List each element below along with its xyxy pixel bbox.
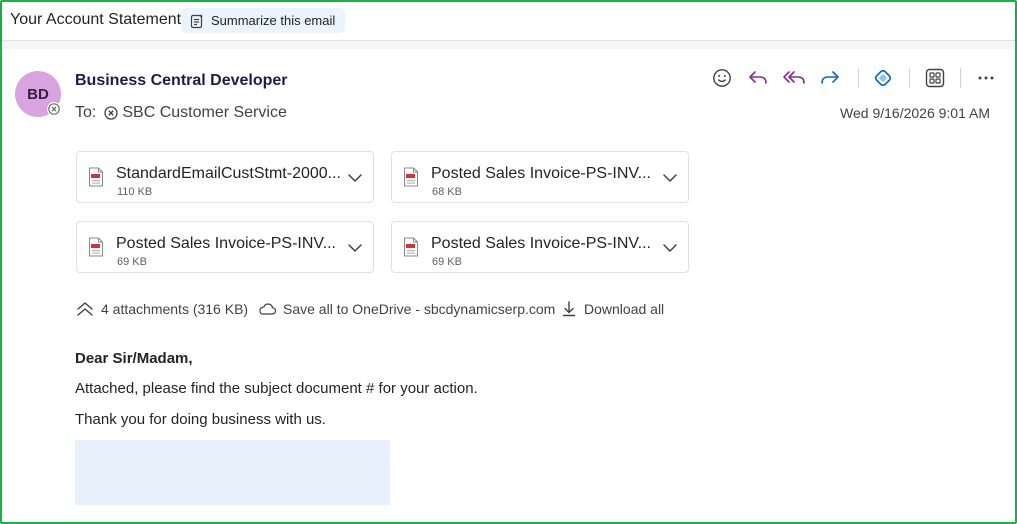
download-all-label: Download all <box>584 301 665 317</box>
chevron-down-icon[interactable] <box>347 241 363 255</box>
chevron-down-icon[interactable] <box>662 241 678 255</box>
save-all-label: Save all to OneDrive - sbcdynamicserp.co… <box>283 301 556 317</box>
attachment-name: Posted Sales Invoice-PS-INV... <box>431 165 651 182</box>
attachment-size: 69 KB <box>432 256 462 268</box>
attachment-size: 68 KB <box>432 186 462 198</box>
pdf-file-icon <box>404 237 418 257</box>
attachment-size: 110 KB <box>117 186 153 198</box>
email-body-line: Thank you for doing business with us. <box>75 411 326 428</box>
attachment-card[interactable]: Posted Sales Invoice-PS-INV... 69 KB <box>76 221 374 273</box>
download-icon <box>562 301 576 317</box>
avatar-initials: BD <box>27 85 49 103</box>
forward-icon[interactable] <box>815 66 845 90</box>
sender-name[interactable]: Business Central Developer <box>75 72 288 90</box>
chevron-double-up-icon <box>77 302 93 316</box>
email-greeting: Dear Sir/Madam, <box>75 350 193 367</box>
chevron-down-icon[interactable] <box>347 171 363 185</box>
chevron-down-icon[interactable] <box>662 171 678 185</box>
embedded-image-placeholder <box>75 440 390 505</box>
attachment-name: StandardEmailCustStmt-2000... <box>116 165 341 182</box>
message-date: Wed 9/16/2026 9:01 AM <box>840 105 990 121</box>
save-to-onedrive-button[interactable]: Save all to OneDrive - sbcdynamicserp.co… <box>257 299 555 319</box>
pdf-file-icon <box>404 167 418 187</box>
actions-divider <box>909 68 910 88</box>
summarize-label: Summarize this email <box>211 13 336 28</box>
to-label: To: <box>75 104 97 121</box>
pdf-file-icon <box>89 167 103 187</box>
reply-icon[interactable] <box>743 66 773 90</box>
subject-bar: Your Account Statement Summarize this em… <box>2 2 1015 41</box>
more-options-icon[interactable] <box>971 66 1001 90</box>
recipient-status-icon <box>104 106 118 120</box>
apps-icon[interactable] <box>920 66 950 90</box>
emoji-react-icon[interactable] <box>707 66 737 90</box>
email-body-line: Attached, please find the subject docume… <box>75 380 478 397</box>
attachment-card[interactable]: StandardEmailCustStmt-2000... 110 KB <box>76 151 374 203</box>
attachment-card[interactable]: Posted Sales Invoice-PS-INV... 68 KB <box>391 151 689 203</box>
copilot-summary-icon <box>190 13 203 28</box>
actions-divider <box>858 68 859 88</box>
download-all-button[interactable]: Download all <box>560 299 664 319</box>
actions-divider <box>960 68 961 88</box>
header-divider <box>2 41 1015 49</box>
presence-status-icon <box>47 102 61 116</box>
summarize-email-button[interactable]: Summarize this email <box>181 8 345 33</box>
recipient-name[interactable]: SBC Customer Service <box>122 104 287 122</box>
collapse-attachments-button[interactable]: 4 attachments (316 KB) <box>75 299 248 319</box>
reply-all-icon[interactable] <box>779 66 809 90</box>
attachment-size: 69 KB <box>117 256 147 268</box>
attachment-name: Posted Sales Invoice-PS-INV... <box>431 235 651 252</box>
recipient-line: To: SBC Customer Service <box>75 104 287 122</box>
loop-icon[interactable] <box>868 66 898 90</box>
attachment-card[interactable]: Posted Sales Invoice-PS-INV... 69 KB <box>391 221 689 273</box>
attachment-count: 4 attachments (316 KB) <box>101 301 249 317</box>
cloud-icon <box>259 303 277 315</box>
attachment-name: Posted Sales Invoice-PS-INV... <box>116 235 336 252</box>
pdf-file-icon <box>89 237 103 257</box>
email-subject: Your Account Statement <box>10 11 182 28</box>
